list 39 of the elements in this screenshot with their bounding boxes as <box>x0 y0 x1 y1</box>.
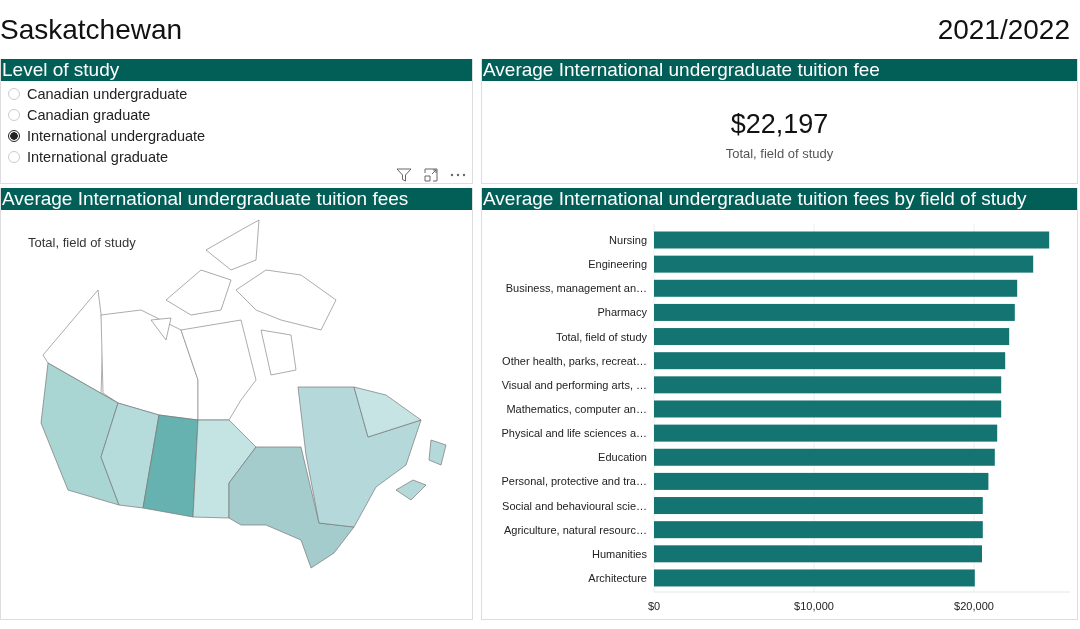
panel-title: Average International undergraduate tuition fees by field of study <box>482 188 1077 210</box>
option-label: Canadian undergraduate <box>27 86 188 102</box>
category-label: Nursing <box>609 234 647 246</box>
filter-icon[interactable] <box>396 168 412 182</box>
category-label: Other health, parks, recreat… <box>502 354 647 367</box>
category-label: Visual and performing arts, … <box>501 378 647 391</box>
axis-tick-label: $0 <box>647 600 661 612</box>
axis-tick-label: $10,000 <box>794 600 834 612</box>
category-label: Personal, protective and tra… <box>501 475 647 488</box>
radio-button[interactable] <box>8 130 20 142</box>
category-label: Business, management an… <box>505 282 647 295</box>
category-label: Education <box>598 451 647 464</box>
panel-title: Level of study <box>1 59 472 81</box>
option-label: International undergraduate <box>27 128 206 144</box>
category-label: Architecture <box>588 571 647 584</box>
category-label: Engineering <box>588 258 647 271</box>
category-label: Mathematics, computer an… <box>506 403 647 415</box>
map-caption: Total, field of study <box>28 235 136 250</box>
category-label: Social and behavioural scie… <box>502 499 647 512</box>
page-title: Saskatchewan <box>0 13 183 46</box>
focus-mode-icon[interactable] <box>424 168 438 182</box>
year-label: 2021/2022 <box>937 13 1070 46</box>
radio-option[interactable]: Canadian undergraduate <box>8 85 472 103</box>
kpi-value: $22,197 <box>730 109 829 140</box>
radio-option[interactable]: International graduate <box>8 148 472 166</box>
panel-title: Average International undergraduate tuition fee <box>482 59 1077 81</box>
more-options-icon[interactable] <box>450 173 466 177</box>
option-label: Canadian graduate <box>27 107 151 123</box>
category-label: Physical and life sciences a… <box>501 427 647 440</box>
panel-title: Average International undergraduate tuition fees <box>1 188 472 210</box>
radio-option[interactable]: International undergraduate <box>8 127 472 145</box>
kpi-label: Total, field of study <box>725 146 834 161</box>
category-label: Agriculture, natural resourc… <box>503 523 647 536</box>
axis-tick-label: $20,000 <box>954 600 994 612</box>
category-label: Total, field of study <box>555 330 647 343</box>
radio-option[interactable]: Canadian graduate <box>8 106 472 124</box>
category-label: Humanities <box>591 547 647 560</box>
option-label: International graduate <box>27 149 169 165</box>
category-label: Pharmacy <box>597 306 647 319</box>
